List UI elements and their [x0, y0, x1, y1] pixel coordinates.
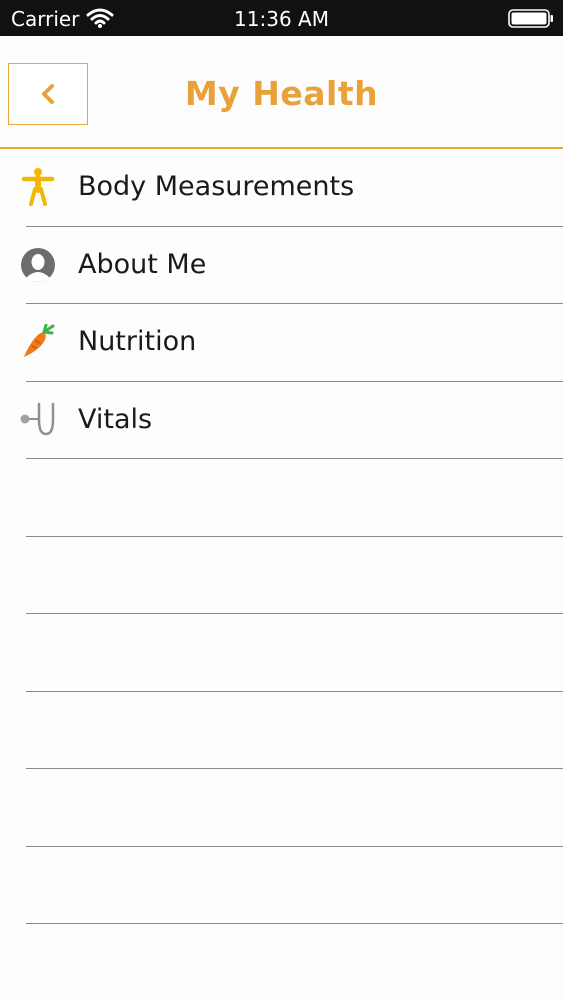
- page-title: My Health: [184, 74, 379, 113]
- empty-row: [26, 537, 563, 614]
- person-silhouette-icon: [18, 245, 58, 285]
- empty-row: [26, 924, 563, 1000]
- body-figure-icon: [18, 167, 58, 207]
- menu-item-about-me[interactable]: About Me: [21, 227, 563, 304]
- battery-icon: [508, 9, 553, 28]
- carrot-icon: [18, 322, 58, 362]
- menu-item-label: Body Measurements: [78, 171, 355, 202]
- empty-row: [26, 692, 563, 769]
- menu-item-label: About Me: [78, 248, 207, 280]
- health-menu-list: Body Measurements About Me Nutrition Vit…: [0, 149, 563, 1000]
- status-bar: Carrier 11:36 AM: [0, 0, 563, 36]
- menu-item-label: Vitals: [78, 403, 153, 435]
- stethoscope-icon: [18, 400, 58, 440]
- empty-row: [26, 769, 563, 847]
- menu-item-label: Nutrition: [78, 326, 197, 357]
- empty-row: [26, 459, 563, 537]
- empty-row: [26, 847, 563, 924]
- menu-item-body-measurements[interactable]: Body Measurements: [21, 149, 563, 227]
- empty-row: [26, 614, 563, 692]
- menu-item-nutrition[interactable]: Nutrition: [24, 304, 563, 382]
- navigation-bar: My Health: [0, 36, 563, 149]
- clock: 11:36 AM: [234, 7, 329, 31]
- menu-item-vitals[interactable]: Vitals: [20, 382, 563, 459]
